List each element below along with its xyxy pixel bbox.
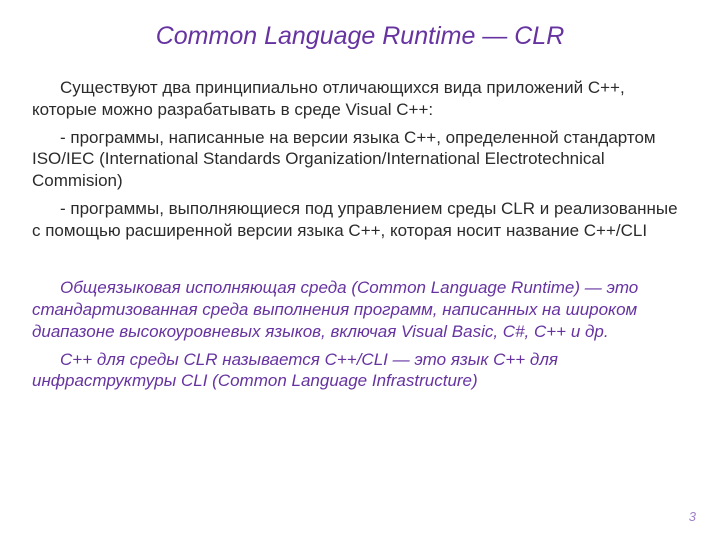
body-paragraph-2: - программы, написанные на версии языка … [32, 127, 688, 192]
body-paragraph-3: - программы, выполняющиеся под управлени… [32, 198, 688, 242]
page-number: 3 [689, 509, 696, 524]
accent-paragraph-1: Общеязыковая исполняющая среда (Common L… [32, 277, 688, 342]
body-paragraph-1: Существуют два принципиально отличающихс… [32, 77, 688, 121]
accent-paragraph-2: С++ для среды CLR называется C++/CLI — э… [32, 349, 688, 393]
slide-title: Common Language Runtime — CLR [32, 22, 688, 51]
slide: Common Language Runtime — CLR Существуют… [0, 0, 720, 540]
